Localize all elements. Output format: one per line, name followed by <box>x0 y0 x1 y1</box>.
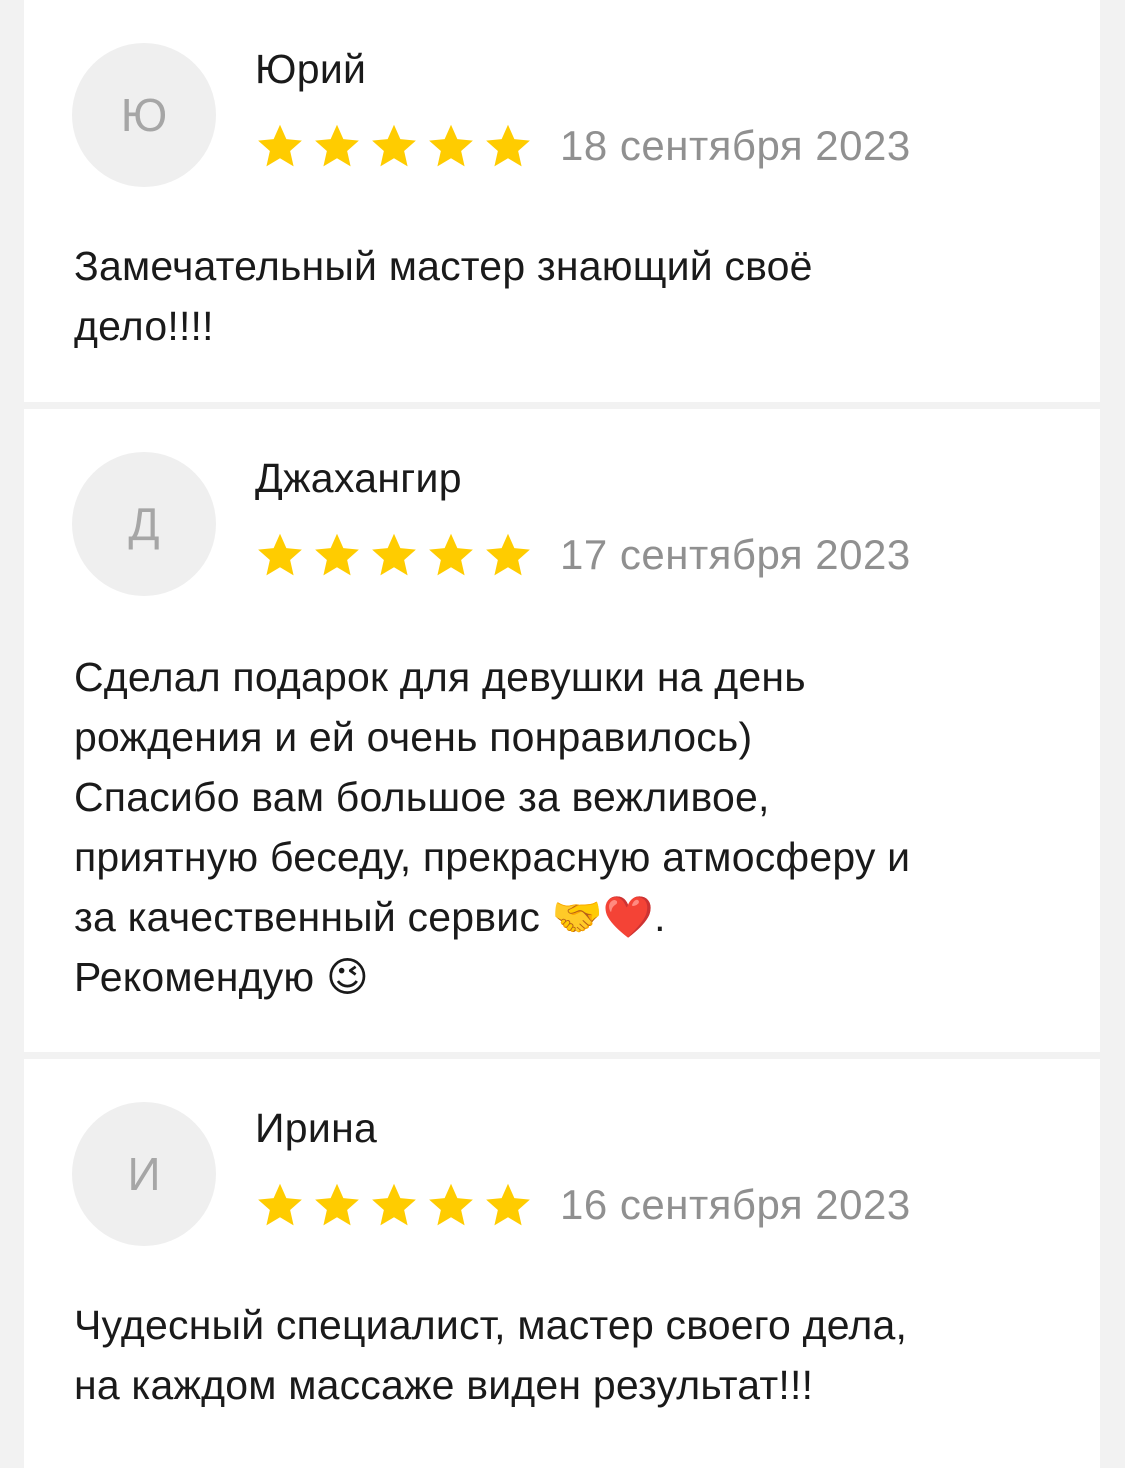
review-text: Замечательный мастер знающий своё дело!!… <box>74 243 813 349</box>
review-date: 17 сентября 2023 <box>560 531 911 578</box>
star-icon <box>315 533 359 576</box>
avatar-letter: И <box>127 1148 161 1200</box>
reviews-list: Ю Юрий 18 сентября 2023 Замечательный ма… <box>0 0 1125 1468</box>
review-card: Ю Юрий 18 сентября 2023 Замечательный ма… <box>24 0 1100 402</box>
reviewer-name: Джахангир <box>255 455 462 501</box>
review-text: Сделал подарок для девушки на день рожде… <box>74 654 911 1000</box>
star-icon <box>258 124 302 167</box>
star-icon <box>486 1183 530 1226</box>
avatar: Ю <box>72 43 216 187</box>
star-icon <box>429 1183 473 1226</box>
star-icon <box>486 533 530 576</box>
reviewer-name: Юрий <box>255 46 367 92</box>
star-icon <box>258 1183 302 1226</box>
review-card: Д Джахангир 17 сентября 2023 Сделал пода… <box>24 409 1100 1052</box>
star-icon <box>315 1183 359 1226</box>
star-icon <box>429 124 473 167</box>
rating-row: 18 сентября 2023 <box>255 118 911 174</box>
star-icon <box>372 533 416 576</box>
reviewer-name: Ирина <box>255 1105 378 1151</box>
avatar: Д <box>72 452 216 596</box>
star-rating <box>255 1180 540 1230</box>
review-card: И Ирина 16 сентября 2023 Чудесный специа… <box>24 1059 1100 1468</box>
star-icon <box>486 124 530 167</box>
review-date: 18 сентября 2023 <box>560 122 911 169</box>
rating-row: 16 сентября 2023 <box>255 1177 911 1233</box>
avatar: И <box>72 1102 216 1246</box>
avatar-letter: Ю <box>120 89 168 141</box>
rating-row: 17 сентября 2023 <box>255 527 911 583</box>
review-date: 16 сентября 2023 <box>560 1181 911 1228</box>
star-icon <box>372 1183 416 1226</box>
star-rating <box>255 530 540 580</box>
avatar-letter: Д <box>128 498 160 550</box>
star-icon <box>372 124 416 167</box>
star-rating <box>255 121 540 171</box>
star-icon <box>315 124 359 167</box>
star-icon <box>429 533 473 576</box>
review-text: Чудесный специалист, мастер своего дела,… <box>74 1302 908 1408</box>
star-icon <box>258 533 302 576</box>
